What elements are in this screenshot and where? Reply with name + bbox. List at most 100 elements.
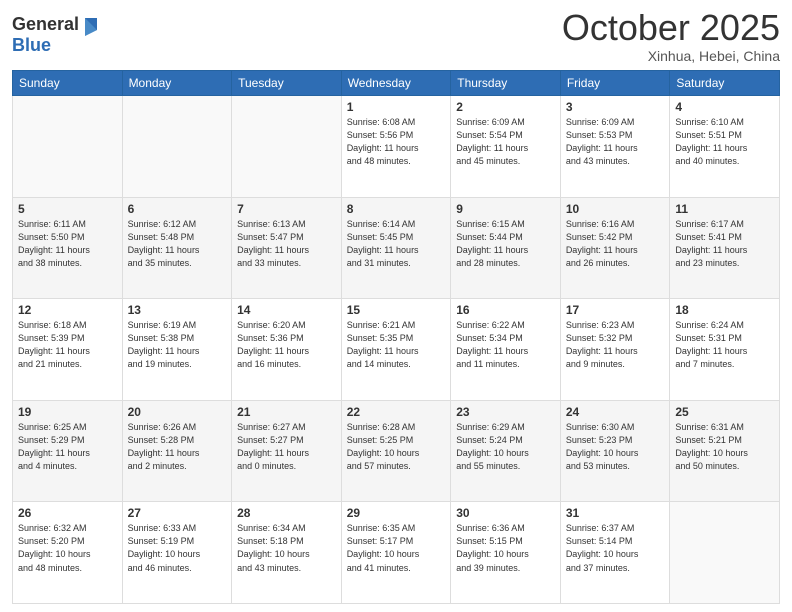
table-row: 12 Sunrise: 6:18 AMSunset: 5:39 PMDayligh… xyxy=(13,299,123,401)
day-number: 16 xyxy=(456,303,555,317)
cell-info: Sunrise: 6:27 AMSunset: 5:27 PMDaylight:… xyxy=(237,421,336,473)
table-row: 9 Sunrise: 6:15 AMSunset: 5:44 PMDaylight… xyxy=(451,197,561,299)
header: General Blue October 2025 Xinhua, Hebei,… xyxy=(12,10,780,64)
location: Xinhua, Hebei, China xyxy=(562,48,780,64)
cell-info: Sunrise: 6:09 AMSunset: 5:53 PMDaylight:… xyxy=(566,116,665,168)
table-row: 31 Sunrise: 6:37 AMSunset: 5:14 PMDayligh… xyxy=(560,502,670,604)
cell-info: Sunrise: 6:09 AMSunset: 5:54 PMDaylight:… xyxy=(456,116,555,168)
col-monday: Monday xyxy=(122,71,232,96)
day-number: 14 xyxy=(237,303,336,317)
table-row xyxy=(670,502,780,604)
table-row: 24 Sunrise: 6:30 AMSunset: 5:23 PMDayligh… xyxy=(560,400,670,502)
day-number: 26 xyxy=(18,506,117,520)
cell-info: Sunrise: 6:15 AMSunset: 5:44 PMDaylight:… xyxy=(456,218,555,270)
table-row: 23Sunrise: 6:29 AMSunset: 5:24 PMDayligh… xyxy=(451,400,561,502)
month-title: October 2025 xyxy=(562,10,780,46)
day-number: 9 xyxy=(456,202,555,216)
day-number: 27 xyxy=(128,506,227,520)
table-row: 20 Sunrise: 6:26 AMSunset: 5:28 PMDayligh… xyxy=(122,400,232,502)
cell-info: Sunrise: 6:34 AMSunset: 5:18 PMDaylight:… xyxy=(237,522,336,574)
cell-info: Sunrise: 6:31 AMSunset: 5:21 PMDaylight:… xyxy=(675,421,774,473)
day-number: 4 xyxy=(675,100,774,114)
cell-info: Sunrise: 6:08 AMSunset: 5:56 PMDaylight:… xyxy=(347,116,446,168)
col-friday: Friday xyxy=(560,71,670,96)
day-number: 1 xyxy=(347,100,446,114)
table-row xyxy=(122,96,232,198)
table-row: 28 Sunrise: 6:34 AMSunset: 5:18 PMDayligh… xyxy=(232,502,342,604)
cell-info: Sunrise: 6:21 AMSunset: 5:35 PMDaylight:… xyxy=(347,319,446,371)
cell-info: Sunrise: 6:35 AMSunset: 5:17 PMDaylight:… xyxy=(347,522,446,574)
col-wednesday: Wednesday xyxy=(341,71,451,96)
cell-info: Sunrise: 6:25 AMSunset: 5:29 PMDaylight:… xyxy=(18,421,117,473)
cell-info: Sunrise: 6:16 AMSunset: 5:42 PMDaylight:… xyxy=(566,218,665,270)
table-row: 25 Sunrise: 6:31 AMSunset: 5:21 PMDayligh… xyxy=(670,400,780,502)
cell-info: Sunrise: 6:17 AMSunset: 5:41 PMDaylight:… xyxy=(675,218,774,270)
calendar-week-row: 1 Sunrise: 6:08 AMSunset: 5:56 PMDaylight… xyxy=(13,96,780,198)
day-number: 24 xyxy=(566,405,665,419)
day-number: 13 xyxy=(128,303,227,317)
cell-info: Sunrise: 6:20 AMSunset: 5:36 PMDaylight:… xyxy=(237,319,336,371)
table-row: 6 Sunrise: 6:12 AMSunset: 5:48 PMDaylight… xyxy=(122,197,232,299)
day-number: 21 xyxy=(237,405,336,419)
table-row: 22Sunrise: 6:28 AMSunset: 5:25 PMDayligh… xyxy=(341,400,451,502)
logo-general: General xyxy=(12,14,79,35)
title-block: October 2025 Xinhua, Hebei, China xyxy=(562,10,780,64)
day-number: 18 xyxy=(675,303,774,317)
page-container: General Blue October 2025 Xinhua, Hebei,… xyxy=(0,0,792,612)
cell-info: Sunrise: 6:26 AMSunset: 5:28 PMDaylight:… xyxy=(128,421,227,473)
cell-info: Sunrise: 6:12 AMSunset: 5:48 PMDaylight:… xyxy=(128,218,227,270)
cell-info: Sunrise: 6:28 AMSunset: 5:25 PMDaylight:… xyxy=(347,421,446,473)
cell-info: Sunrise: 6:32 AMSunset: 5:20 PMDaylight:… xyxy=(18,522,117,574)
cell-info: Sunrise: 6:11 AMSunset: 5:50 PMDaylight:… xyxy=(18,218,117,270)
cell-info: Sunrise: 6:30 AMSunset: 5:23 PMDaylight:… xyxy=(566,421,665,473)
table-row: 21 Sunrise: 6:27 AMSunset: 5:27 PMDayligh… xyxy=(232,400,342,502)
day-number: 25 xyxy=(675,405,774,419)
col-tuesday: Tuesday xyxy=(232,71,342,96)
cell-info: Sunrise: 6:36 AMSunset: 5:15 PMDaylight:… xyxy=(456,522,555,574)
table-row: 29Sunrise: 6:35 AMSunset: 5:17 PMDayligh… xyxy=(341,502,451,604)
logo-blue: Blue xyxy=(12,35,79,56)
day-number: 2 xyxy=(456,100,555,114)
table-row xyxy=(232,96,342,198)
calendar-week-row: 5 Sunrise: 6:11 AMSunset: 5:50 PMDaylight… xyxy=(13,197,780,299)
cell-info: Sunrise: 6:24 AMSunset: 5:31 PMDaylight:… xyxy=(675,319,774,371)
cell-info: Sunrise: 6:14 AMSunset: 5:45 PMDaylight:… xyxy=(347,218,446,270)
cell-info: Sunrise: 6:18 AMSunset: 5:39 PMDaylight:… xyxy=(18,319,117,371)
day-number: 11 xyxy=(675,202,774,216)
col-sunday: Sunday xyxy=(13,71,123,96)
table-row: 19 Sunrise: 6:25 AMSunset: 5:29 PMDayligh… xyxy=(13,400,123,502)
cell-info: Sunrise: 6:13 AMSunset: 5:47 PMDaylight:… xyxy=(237,218,336,270)
col-saturday: Saturday xyxy=(670,71,780,96)
table-row: 16 Sunrise: 6:22 AMSunset: 5:34 PMDayligh… xyxy=(451,299,561,401)
day-number: 7 xyxy=(237,202,336,216)
calendar-header-row: Sunday Monday Tuesday Wednesday Thursday… xyxy=(13,71,780,96)
day-number: 12 xyxy=(18,303,117,317)
cell-info: Sunrise: 6:10 AMSunset: 5:51 PMDaylight:… xyxy=(675,116,774,168)
cell-info: Sunrise: 6:37 AMSunset: 5:14 PMDaylight:… xyxy=(566,522,665,574)
day-number: 28 xyxy=(237,506,336,520)
day-number: 6 xyxy=(128,202,227,216)
cell-info: Sunrise: 6:23 AMSunset: 5:32 PMDaylight:… xyxy=(566,319,665,371)
cell-info: Sunrise: 6:19 AMSunset: 5:38 PMDaylight:… xyxy=(128,319,227,371)
day-number: 5 xyxy=(18,202,117,216)
day-number: 19 xyxy=(18,405,117,419)
table-row: 30Sunrise: 6:36 AMSunset: 5:15 PMDayligh… xyxy=(451,502,561,604)
table-row: 11 Sunrise: 6:17 AMSunset: 5:41 PMDayligh… xyxy=(670,197,780,299)
cell-info: Sunrise: 6:33 AMSunset: 5:19 PMDaylight:… xyxy=(128,522,227,574)
logo-icon xyxy=(81,16,99,38)
calendar-week-row: 19 Sunrise: 6:25 AMSunset: 5:29 PMDayligh… xyxy=(13,400,780,502)
table-row: 14 Sunrise: 6:20 AMSunset: 5:36 PMDayligh… xyxy=(232,299,342,401)
table-row: 7 Sunrise: 6:13 AMSunset: 5:47 PMDaylight… xyxy=(232,197,342,299)
col-thursday: Thursday xyxy=(451,71,561,96)
calendar-table: Sunday Monday Tuesday Wednesday Thursday… xyxy=(12,70,780,604)
table-row: 13 Sunrise: 6:19 AMSunset: 5:38 PMDayligh… xyxy=(122,299,232,401)
table-row: 4 Sunrise: 6:10 AMSunset: 5:51 PMDaylight… xyxy=(670,96,780,198)
table-row: 15Sunrise: 6:21 AMSunset: 5:35 PMDayligh… xyxy=(341,299,451,401)
cell-info: Sunrise: 6:22 AMSunset: 5:34 PMDaylight:… xyxy=(456,319,555,371)
logo: General Blue xyxy=(12,14,99,55)
day-number: 31 xyxy=(566,506,665,520)
table-row: 18 Sunrise: 6:24 AMSunset: 5:31 PMDayligh… xyxy=(670,299,780,401)
day-number: 3 xyxy=(566,100,665,114)
table-row: 1 Sunrise: 6:08 AMSunset: 5:56 PMDaylight… xyxy=(341,96,451,198)
day-number: 20 xyxy=(128,405,227,419)
